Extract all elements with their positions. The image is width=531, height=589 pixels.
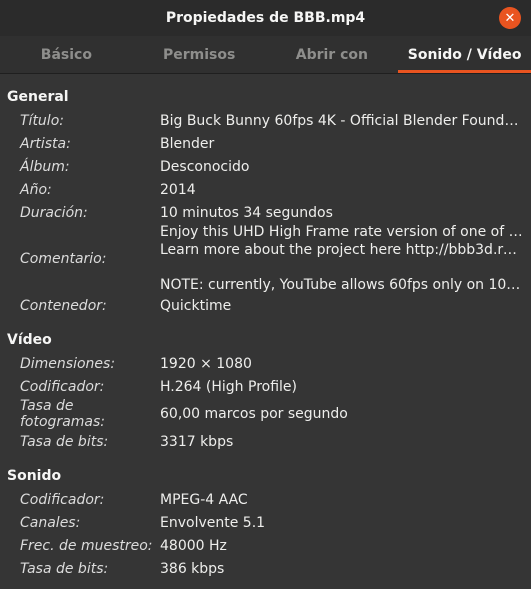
- row-comentario: Comentario: Enjoy this UHD High Frame ra…: [0, 224, 531, 294]
- row-tasa-bits-video: Tasa de bits: 3317 kbps: [0, 430, 531, 453]
- field-label: Canales:: [20, 514, 81, 531]
- field-label: Dimensiones:: [20, 355, 116, 372]
- field-label: Tasa de bits:: [20, 433, 109, 450]
- field-value[interactable]: H.264 (High Profile): [160, 379, 531, 395]
- close-icon: ✕: [504, 10, 516, 26]
- section-video-heading: Vídeo: [7, 332, 52, 348]
- field-value[interactable]: Envolvente 5.1: [160, 515, 531, 531]
- field-value[interactable]: 60,00 marcos por segundo: [160, 406, 531, 422]
- tab-basico[interactable]: Básico: [0, 36, 133, 73]
- field-label: Tasa de fotogramas:: [20, 398, 105, 430]
- field-value[interactable]: 386 kbps: [160, 561, 531, 577]
- title-bar[interactable]: Propiedades de BBB.mp4 ✕: [0, 0, 531, 36]
- row-tasa-fotogramas: Tasa de fotogramas: 60,00 marcos por seg…: [0, 398, 531, 430]
- row-ano: Año: 2014: [0, 178, 531, 201]
- comment-line: Enjoy this UHD High Frame rate version o…: [160, 224, 523, 240]
- row-tasa-bits-audio: Tasa de bits: 386 kbps: [0, 557, 531, 580]
- field-value[interactable]: Big Buck Bunny 60fps 4K - Official Blend…: [160, 113, 531, 129]
- field-value[interactable]: 3317 kbps: [160, 434, 531, 450]
- comment-line: [160, 259, 523, 277]
- row-artista: Artista: Blender: [0, 132, 531, 155]
- field-value[interactable]: 48000 Hz: [160, 538, 531, 554]
- properties-content: General Título: Big Buck Bunny 60fps 4K …: [0, 74, 531, 580]
- field-label: Álbum:: [20, 158, 70, 175]
- field-value[interactable]: Quicktime: [160, 298, 531, 314]
- row-duracion: Duración: 10 minutos 34 segundos: [0, 201, 531, 224]
- field-label: Artista:: [20, 135, 71, 152]
- row-canales: Canales: Envolvente 5.1: [0, 511, 531, 534]
- field-label: Título:: [20, 112, 64, 129]
- field-value[interactable]: Desconocido: [160, 159, 531, 175]
- row-album: Álbum: Desconocido: [0, 155, 531, 178]
- tab-permisos[interactable]: Permisos: [133, 36, 266, 73]
- field-value[interactable]: 2014: [160, 182, 531, 198]
- field-label: Comentario:: [20, 251, 107, 267]
- row-dimensiones: Dimensiones: 1920 × 1080: [0, 352, 531, 375]
- tab-abrir-con[interactable]: Abrir con: [266, 36, 399, 73]
- row-codificador-audio: Codificador: MPEG-4 AAC: [0, 488, 531, 511]
- close-button[interactable]: ✕: [499, 7, 521, 29]
- field-label: Tasa de bits:: [20, 560, 109, 577]
- tab-sonido-video[interactable]: Sonido / Vídeo: [398, 36, 531, 73]
- field-label: Codificador:: [20, 491, 105, 508]
- row-codificador-video: Codificador: H.264 (High Profile): [0, 375, 531, 398]
- field-label: Año:: [20, 181, 52, 198]
- field-label: Codificador:: [20, 378, 105, 395]
- field-label: Frec. de muestreo:: [20, 537, 153, 554]
- field-label: Duración:: [20, 204, 88, 221]
- row-contenedor: Contenedor: Quicktime: [0, 294, 531, 317]
- field-value[interactable]: 10 minutos 34 segundos: [160, 205, 531, 221]
- window-title: Propiedades de BBB.mp4: [165, 10, 366, 26]
- comment-line: NOTE: currently, YouTube allows 60fps on…: [160, 276, 523, 293]
- tab-bar: Básico Permisos Abrir con Sonido / Vídeo: [0, 36, 531, 74]
- field-value[interactable]: Blender: [160, 136, 531, 152]
- field-value[interactable]: MPEG-4 AAC: [160, 492, 531, 508]
- section-sonido-heading: Sonido: [7, 468, 62, 484]
- row-titulo: Título: Big Buck Bunny 60fps 4K - Offici…: [0, 109, 531, 132]
- row-frecuencia-muestreo: Frec. de muestreo: 48000 Hz: [0, 534, 531, 557]
- comment-value[interactable]: Enjoy this UHD High Frame rate version o…: [160, 224, 531, 294]
- field-label: Contenedor:: [20, 297, 107, 314]
- properties-window: Propiedades de BBB.mp4 ✕ Básico Permisos…: [0, 0, 531, 589]
- comment-line: Learn more about the project here http:/…: [160, 241, 523, 258]
- section-general-heading: General: [7, 89, 69, 105]
- field-value[interactable]: 1920 × 1080: [160, 356, 531, 372]
